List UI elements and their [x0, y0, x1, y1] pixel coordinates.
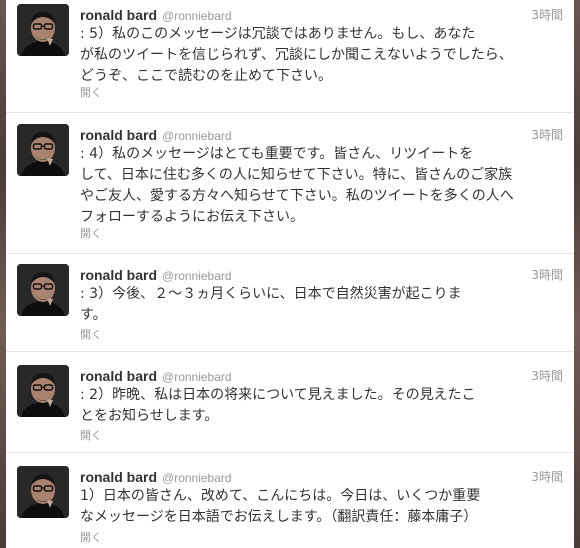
tweet-text-line: : 5）私のこのメッセージは冗談ではありません。もし、あなた — [80, 26, 476, 42]
tweet-timestamp[interactable]: 3時間 — [531, 126, 563, 143]
tweet-item[interactable]: ronald bard @ronniebard 3時間 : 3）今後、２～３ヵ月く… — [6, 260, 574, 352]
tweet-text-line: : 2）昨晩、私は日本の将来について見えました。その見えたこ — [80, 387, 476, 403]
expand-link[interactable]: 開く — [80, 84, 102, 100]
tweet-text: : 3）今後、２～３ヵ月くらいに、日本で自然災害が起こりま す。 — [80, 284, 535, 326]
tweet-header: ronald bard @ronniebard — [80, 265, 232, 283]
tweet-text-line: す。 — [80, 307, 107, 323]
tweet-timestamp[interactable]: 3時間 — [531, 266, 563, 283]
tweet-text: : 2）昨晩、私は日本の将来について見えました。その見えたこ とをお知らせします… — [80, 385, 535, 427]
tweet-item[interactable]: ronald bard @ronniebard 3時間 : 4）私のメッセージはと… — [6, 120, 574, 254]
tweet-text-line: どうぞ、ここで読むのを止めて下さい。 — [80, 68, 332, 84]
user-handle[interactable]: @ronniebard — [162, 269, 232, 283]
tweet-text-line: なメッセージを日本語でお伝えします。（翻訳責任：藤本庸子） — [80, 509, 478, 525]
tweet-text-line: とをお知らせします。 — [80, 408, 219, 424]
tweet-text-line: : 4）私のメッセージはとても重要です。皆さん、リツイートを — [80, 146, 474, 162]
tweet-text: : 5）私のこのメッセージは冗談ではありません。もし、あなた が私のツイートを信… — [80, 24, 535, 87]
avatar[interactable] — [17, 365, 69, 417]
tweet-header: ronald bard @ronniebard — [80, 467, 232, 485]
user-name[interactable]: ronald bard — [80, 469, 157, 485]
user-handle[interactable]: @ronniebard — [162, 129, 232, 143]
user-handle[interactable]: @ronniebard — [162, 9, 232, 23]
tweet-text-line: やご友人、愛する方々へ知らせて下さい。私のツイートを多くの人へ — [80, 188, 514, 204]
avatar[interactable] — [17, 264, 69, 316]
user-name[interactable]: ronald bard — [80, 267, 157, 283]
user-name[interactable]: ronald bard — [80, 7, 157, 23]
tweet-text-line: : 3）今後、２～３ヵ月くらいに、日本で自然災害が起こりま — [80, 286, 462, 302]
tweet-header: ronald bard @ronniebard — [80, 125, 232, 143]
user-name[interactable]: ronald bard — [80, 368, 157, 384]
tweet-text: 1）日本の皆さん、改めて、こんにちは。今日は、いくつか重要 なメッセージを日本語… — [80, 486, 535, 528]
expand-link[interactable]: 開く — [80, 529, 102, 545]
avatar[interactable] — [17, 4, 69, 56]
tweet-header: ronald bard @ronniebard — [80, 5, 232, 23]
tweet-item[interactable]: ronald bard @ronniebard 3時間 1）日本の皆さん、改めて、… — [6, 462, 574, 548]
tweet-timestamp[interactable]: 3時間 — [531, 6, 563, 23]
user-handle[interactable]: @ronniebard — [162, 370, 232, 384]
tweet-timestamp[interactable]: 3時間 — [531, 367, 563, 384]
tweet-item[interactable]: ronald bard @ronniebard 3時間 : 2）昨晩、私は日本の将… — [6, 361, 574, 453]
expand-link[interactable]: 開く — [80, 326, 102, 342]
tweet-item[interactable]: ronald bard @ronniebard 3時間 : 5）私のこのメッセージ… — [6, 0, 574, 113]
expand-link[interactable]: 開く — [80, 225, 102, 241]
background-edge-right — [574, 0, 580, 548]
tweet-header: ronald bard @ronniebard — [80, 366, 232, 384]
avatar[interactable] — [17, 466, 69, 518]
avatar[interactable] — [17, 124, 69, 176]
tweet-timestamp[interactable]: 3時間 — [531, 468, 563, 485]
user-handle[interactable]: @ronniebard — [162, 471, 232, 485]
tweet-text: : 4）私のメッセージはとても重要です。皆さん、リツイートを して、日本に住む多… — [80, 144, 535, 228]
tweet-text-line: が私のツイートを信じられず、冗談にしか聞こえないようでしたら、 — [80, 47, 513, 63]
tweet-timeline: ronald bard @ronniebard 3時間 : 5）私のこのメッセージ… — [6, 0, 574, 548]
expand-link[interactable]: 開く — [80, 427, 102, 443]
tweet-text-line: 1）日本の皆さん、改めて、こんにちは。今日は、いくつか重要 — [80, 488, 481, 504]
user-name[interactable]: ronald bard — [80, 127, 157, 143]
tweet-text-line: フォローするようにお伝え下さい。 — [80, 209, 304, 225]
tweet-text-line: して、日本に住む多くの人に知らせて下さい。特に、皆さんのご家族 — [80, 167, 513, 183]
